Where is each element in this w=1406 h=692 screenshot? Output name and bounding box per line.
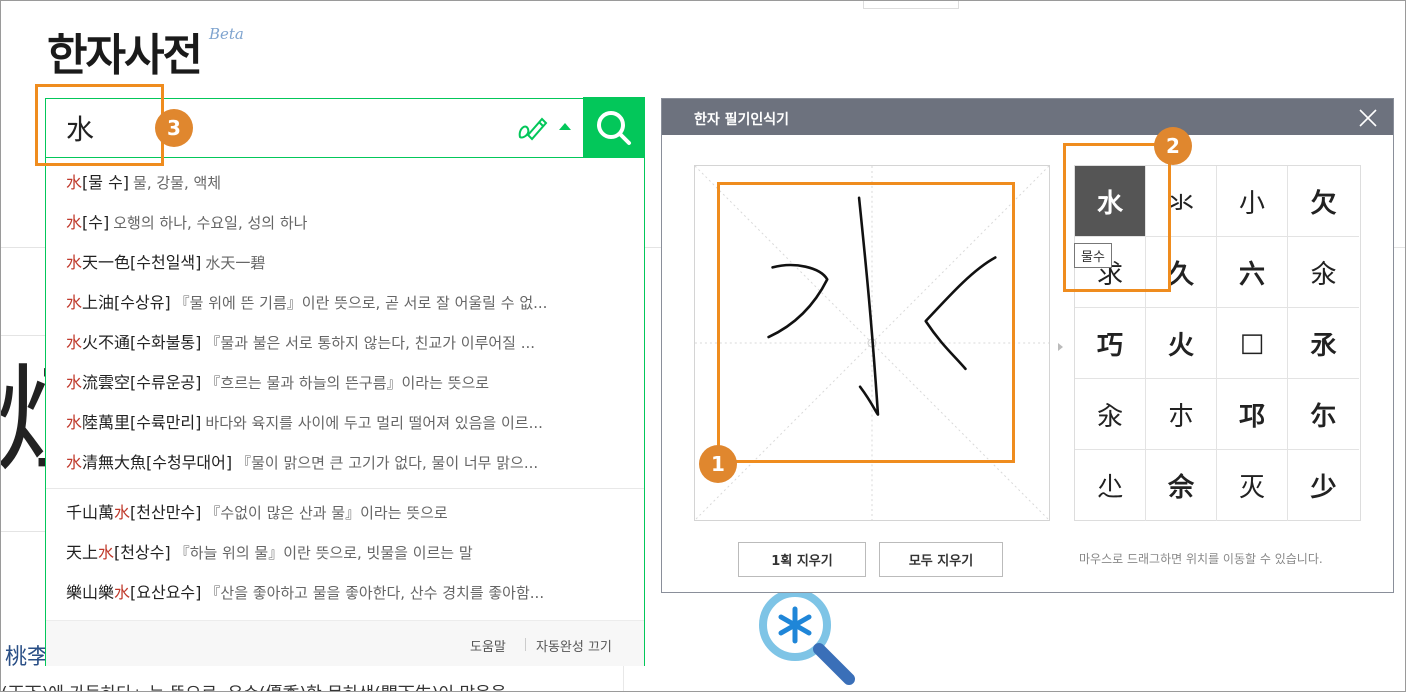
suggestion-description: 『물이 맑으면 큰 고기가 없다, 물이 너무 맑으... [236,454,539,472]
autocomplete-dropdown: 水[물 수] 물, 강물, 액체 水[수] 오행의 하나, 수요일, 성의 하나 水天一… [45,158,645,666]
footer-divider [525,638,526,651]
suggestion-prefix: 天上 [66,543,99,562]
handwriting-pen-icon[interactable] [516,113,548,143]
annotation-badge-3: 3 [155,109,193,147]
suggestion-item[interactable]: 水[물 수] 물, 강물, 액체 [66,166,626,206]
candidate-cell[interactable]: 邛 [1217,379,1288,450]
magnifier-asterisk-icon [759,589,855,685]
dropdown-footer: 도움말 자동완성 끄기 [46,620,644,666]
candidate-cell[interactable]: 氽 [1288,237,1359,308]
suggestion-item[interactable]: 水清無大魚[수청무대어] 『물이 맑으면 큰 고기가 없다, 물이 너무 맑으..… [66,446,626,486]
suggestion-highlight: 水 [66,293,83,312]
annotation-badge-1: 1 [699,445,737,483]
suggestion-headword: [수] [82,213,110,232]
suggestion-description: 『물 위에 뜬 기름』이란 뜻으로, 곧 서로 잘 어울릴 수 없... [174,294,548,312]
suggestion-item[interactable]: 樂山樂水[요산요수] 『산을 좋아하고 물을 좋아한다, 산수 경치를 좋아함..… [66,576,626,616]
suggestion-description: 『수없이 많은 산과 물』이라는 뜻으로 [205,504,448,522]
candidate-cell[interactable]: 尓 [1288,379,1359,450]
suggestion-separator [46,488,644,489]
candidate-cell[interactable]: 朩 [1146,379,1217,450]
candidate-cell[interactable]: 汆 [1075,379,1146,450]
suggestion-item[interactable]: 千山萬水[천산만수] 『수없이 많은 산과 물』이라는 뜻으로 [66,496,626,536]
suggestion-highlight: 水 [66,253,83,272]
suggestion-item[interactable]: 水流雲空[수류운공] 『흐르는 물과 하늘의 뜬구름』이라는 뜻으로 [66,366,626,406]
suggestion-highlight: 水 [66,173,83,192]
suggestion-item[interactable]: 水火不通[수화불통] 『물과 불은 서로 통하지 않는다, 친교가 이루어질 ..… [66,326,626,366]
panel-titlebar[interactable]: 한자 필기인식기 [662,99,1393,135]
suggestion-highlight: 水 [66,413,83,432]
suggestion-headword: 天一色[수천일색] [82,253,202,272]
caret-up-icon[interactable] [559,123,571,130]
suggestion-list: 水[물 수] 물, 강물, 액체 水[수] 오행의 하나, 수요일, 성의 하나 水天一… [66,166,626,486]
suggestion-headword: [천산만수] [130,503,202,522]
suggestion-item[interactable]: 水天一色[수천일색] 水天一碧 [66,246,626,286]
browser-viewport: 한자사전 Beta 炡 桃李 (天下)에 가득하다」는 뜻으로, 우수(優秀)한… [0,0,1406,692]
suggestion-description: 『산을 좋아하고 물을 좋아한다, 산수 경치를 좋아함... [205,584,545,602]
candidate-cell[interactable]: 小 [1217,166,1288,237]
background-hanja-link[interactable]: 桃李 [5,639,49,671]
suggestion-highlight: 水 [98,543,115,562]
arrow-right-icon [1058,343,1063,351]
suggestion-highlight: 水 [66,373,83,392]
suggestion-headword: 陸萬里[수륙만리] [82,413,202,432]
suggestion-description: 『하늘 위의 물』이란 뜻으로, 빗물을 이르는 말 [174,544,473,562]
suggestion-headword: 清無大魚[수청무대어] [82,453,233,472]
suggestion-description: 물, 강물, 액체 [133,174,222,192]
suggestion-item[interactable]: 水[수] 오행의 하나, 수요일, 성의 하나 [66,206,626,246]
suggestion-prefix: 樂山樂 [66,583,115,602]
close-icon[interactable] [1358,108,1378,128]
candidate-cell[interactable]: 少 [1288,450,1359,521]
background-rule [1,531,45,532]
candidate-cell[interactable]: 欠 [1288,166,1359,237]
candidate-cell[interactable]: 尐 [1075,450,1146,521]
candidate-cell[interactable]: 佘 [1146,450,1217,521]
top-tab-stub [863,1,959,9]
search-icon [597,111,631,145]
suggestion-headword: 上油[수상유] [82,293,171,312]
suggestion-description: 바다와 육지를 사이에 두고 멀리 떨어져 있음을 이르... [205,414,543,432]
suggestion-list: 千山萬水[천산만수] 『수없이 많은 산과 물』이라는 뜻으로 天上水[천상수] 『하… [66,496,626,616]
clear-all-button[interactable]: 모두 지우기 [879,542,1003,577]
candidate-cell[interactable]: 氶 [1288,308,1359,379]
suggestion-headword: [요산요수] [130,583,202,602]
background-description-text: (天下)에 가득하다」는 뜻으로, 우수(優秀)한 문하생(門下生)이 많음을 [1,679,506,691]
suggestion-headword: 火不通[수화불통] [82,333,202,352]
candidate-cell[interactable]: 灭 [1217,450,1288,521]
suggestion-highlight: 水 [66,453,83,472]
suggestion-headword: [물 수] [82,173,130,192]
suggestion-highlight: 水 [114,503,131,522]
candidate-cell[interactable]: □ [1217,308,1288,379]
suggestion-highlight: 水 [66,213,83,232]
panel-title: 한자 필기인식기 [694,112,790,128]
candidate-cell[interactable]: 六 [1217,237,1288,308]
annotation-box-3 [35,84,164,166]
suggestion-description: 『흐르는 물과 하늘의 뜬구름』이라는 뜻으로 [205,374,490,392]
suggestion-description: 水天一碧 [205,254,266,272]
candidate-cell[interactable]: 巧 [1075,308,1146,379]
suggestion-description: 오행의 하나, 수요일, 성의 하나 [113,214,308,232]
suggestion-highlight: 水 [66,333,83,352]
suggestion-highlight: 水 [114,583,131,602]
site-logo[interactable]: 한자사전 [47,19,203,83]
suggestion-item[interactable]: 天上水[천상수] 『하늘 위의 물』이란 뜻으로, 빗물을 이르는 말 [66,536,626,576]
search-button[interactable] [583,97,645,159]
suggestion-headword: 流雲空[수류운공] [82,373,202,392]
annotation-box-2 [1063,143,1171,292]
beta-badge: Beta [209,25,244,43]
autocomplete-off-link[interactable]: 자동완성 끄기 [536,636,612,655]
suggestion-headword: [천상수] [114,543,171,562]
suggestion-prefix: 千山萬 [66,503,115,522]
suggestion-item[interactable]: 水陸萬里[수륙만리] 바다와 육지를 사이에 두고 멀리 떨어져 있음을 이르..… [66,406,626,446]
annotation-box-1 [717,182,1015,463]
background-rule [1,335,45,336]
suggestion-description: 『물과 불은 서로 통하지 않는다, 친교가 이루어질 ... [205,334,536,352]
annotation-badge-2: 2 [1154,127,1192,165]
clear-stroke-button[interactable]: 1획 지우기 [738,542,866,577]
candidate-cell[interactable]: 火 [1146,308,1217,379]
help-link[interactable]: 도움말 [470,636,506,655]
drag-hint-text: 마우스로 드래그하면 위치를 이동할 수 있습니다. [1079,552,1323,566]
suggestion-item[interactable]: 水上油[수상유] 『물 위에 뜬 기름』이란 뜻으로, 곧 서로 잘 어울릴 수 … [66,286,626,326]
